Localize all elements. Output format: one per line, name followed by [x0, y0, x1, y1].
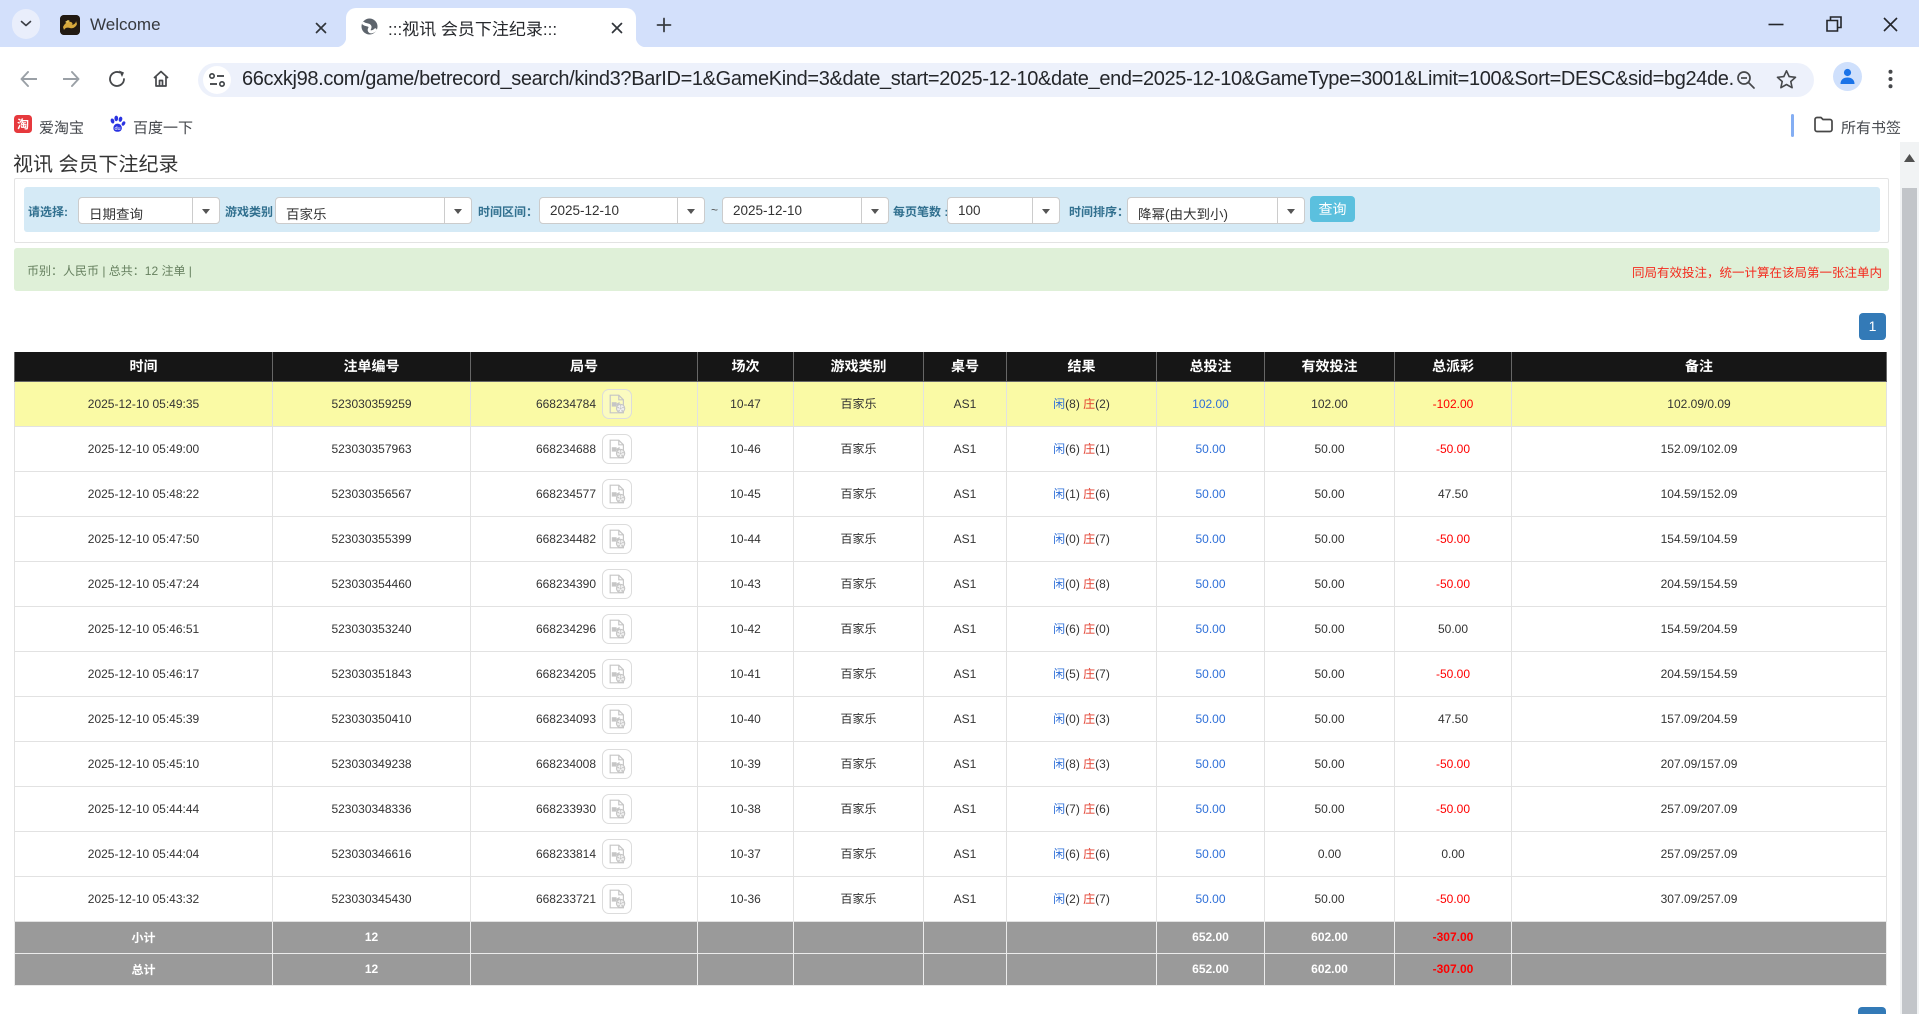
svg-text:du: du — [114, 126, 120, 132]
svg-text:淘: 淘 — [17, 116, 29, 133]
